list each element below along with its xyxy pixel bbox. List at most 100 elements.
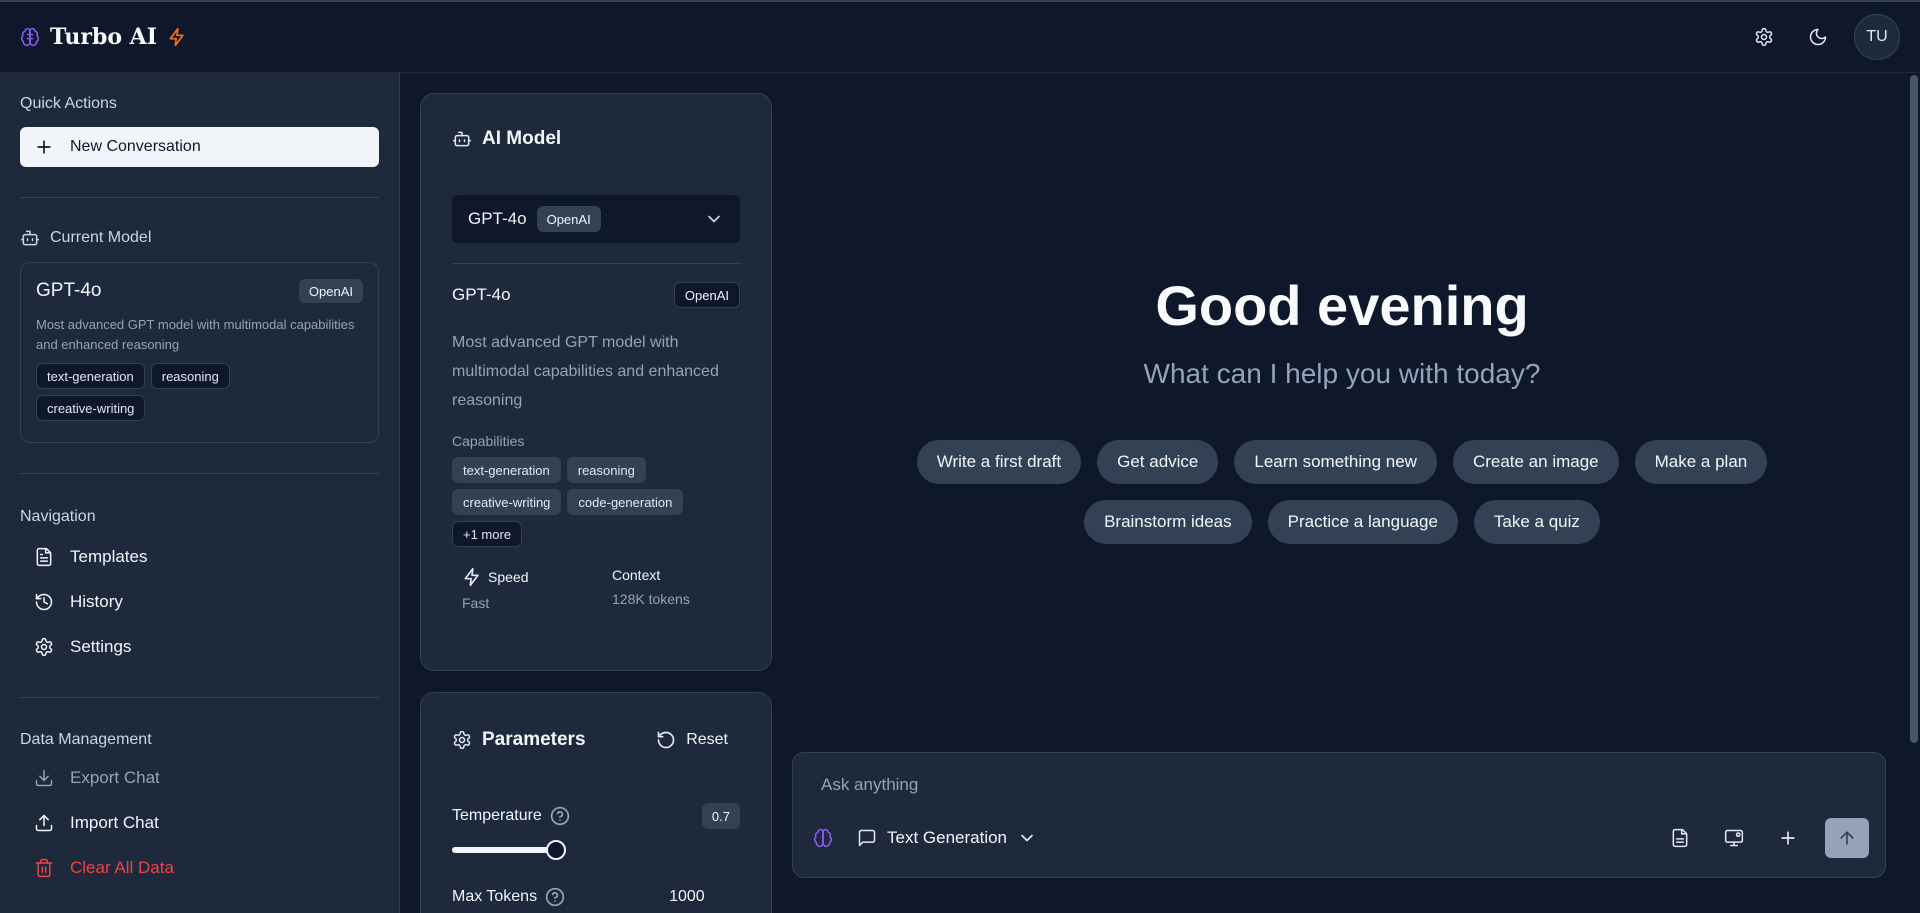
selected-provider-badge: OpenAI [536,206,601,232]
suggestions-row: Write a first draft Get advice Learn som… [772,440,1912,484]
suggestion-chip[interactable]: Learn something new [1234,440,1437,484]
divider [20,697,379,698]
model-select[interactable]: GPT-4o OpenAI [452,195,740,243]
trash-icon [34,858,54,878]
upload-icon [34,813,54,833]
navigation-list: Templates History Settings [20,534,379,669]
nav-item-label: History [70,591,123,611]
selected-model: GPT-4o [468,209,527,228]
max-tokens-label: Max Tokens [452,888,538,905]
suggestion-chip[interactable]: Make a plan [1634,440,1768,484]
message-square-icon [857,828,877,848]
nav-item-settings[interactable]: Settings [20,624,379,669]
greeting: Good evening [1155,274,1529,337]
reset-button[interactable]: Reset [656,730,728,750]
suggestion-chip[interactable]: Create an image [1452,440,1619,484]
context-label: Context [612,567,661,583]
capability-tag: creative-writing [452,489,562,515]
divider [20,197,379,198]
temperature-value: 0.7 [701,803,740,829]
new-conversation-button[interactable]: New Conversation [20,127,379,167]
model-info-name: GPT-4o [452,285,511,304]
page-scrollbar[interactable] [1910,75,1918,743]
attach-document-button[interactable] [1663,821,1697,855]
screen-share-button[interactable] [1717,821,1751,855]
parameters-title-text: Parameters [482,729,586,750]
model-tag: text-generation [36,363,145,389]
nav-item-history[interactable]: History [20,579,379,624]
help-icon[interactable] [545,887,565,907]
monitor-icon [1724,828,1744,848]
suggestion-chip[interactable]: Practice a language [1267,500,1458,544]
quick-actions-label: Quick Actions [20,95,117,112]
nav-item-label: Templates [70,546,148,566]
suggestion-chip[interactable]: Write a first draft [916,440,1082,484]
composer-toolbar: Text Generation [813,817,1869,859]
ai-model-panel: AI Model GPT-4o OpenAI GPT-4o OpenAI Mos… [420,93,772,671]
import-chat-button[interactable]: Import Chat [20,800,379,845]
divider [452,263,742,264]
clear-all-data-label: Clear All Data [70,857,174,877]
data-management-label: Data Management [20,731,152,748]
parameters-title: Parameters [452,729,586,751]
import-chat-label: Import Chat [70,812,159,832]
suggestion-chip[interactable]: Take a quiz [1473,500,1600,544]
current-model-card: GPT-4o OpenAI Most advanced GPT model wi… [20,262,379,443]
nav-item-label: Settings [70,636,132,656]
speed-value: Fast [462,595,490,611]
ai-model-title: AI Model [452,128,740,150]
document-icon [1670,828,1690,848]
model-stats: Speed Fast Context 128K tokens [452,567,740,611]
help-icon[interactable] [550,806,570,826]
lightning-icon [167,27,187,47]
temperature-slider-thumb[interactable] [546,840,566,860]
export-chat-label: Export Chat [70,767,160,787]
gear-icon [34,637,54,657]
new-conversation-label: New Conversation [70,138,201,155]
mode-label: Text Generation [887,828,1008,847]
theme-toggle-button[interactable] [1800,19,1836,55]
composer-actions [1663,818,1869,858]
model-info-description: Most advanced GPT model with multimodal … [452,334,719,409]
temperature-slider[interactable] [452,840,566,860]
capability-tag: text-generation [452,457,561,483]
nav-item-templates[interactable]: Templates [20,534,379,579]
current-model-label: Current Model [50,229,152,246]
capability-tag: reasoning [566,457,646,483]
bot-icon [452,129,472,149]
brain-icon [20,27,40,47]
message-input[interactable] [821,773,1821,797]
suggestion-chip[interactable]: Get advice [1097,440,1219,484]
capability-tag: code-generation [567,489,684,515]
current-model-header: Current Model [20,228,379,248]
gear-icon [452,730,472,750]
clear-all-data-button[interactable]: Clear All Data [20,845,379,890]
model-name: GPT-4o [36,280,102,301]
ai-model-title-text: AI Model [482,128,562,149]
settings-button[interactable] [1746,19,1782,55]
model-info-provider: OpenAI [673,282,740,308]
model-description: Most advanced GPT model with multimodal … [36,317,355,352]
export-chat-button[interactable]: Export Chat [20,755,379,800]
reset-label: Reset [686,731,728,748]
mode-select[interactable]: Text Generation [857,828,1037,848]
capabilities-list: text-generation reasoning creative-writin… [452,457,740,553]
settings-icon [1754,27,1774,47]
user-avatar[interactable]: TU [1854,14,1900,60]
zap-icon [462,567,482,587]
provider-badge: OpenAI [298,279,363,303]
chevron-down-icon [704,209,724,229]
brand[interactable]: Turbo AI [20,24,187,50]
divider [20,473,379,474]
send-button[interactable] [1825,818,1869,858]
max-tokens-value: 1000 [669,888,705,905]
greeting-subtitle: What can I help you with today? [1143,358,1541,389]
add-button[interactable] [1771,821,1805,855]
app-name: Turbo AI [50,24,158,50]
speed-stat: Speed Fast [462,567,612,611]
suggestion-chip[interactable]: Brainstorm ideas [1084,500,1252,544]
sidebar: Quick Actions New Conversation Current M… [0,73,400,913]
document-icon [34,547,54,567]
more-capabilities-tag[interactable]: +1 more [452,521,523,547]
moon-icon [1808,27,1828,47]
